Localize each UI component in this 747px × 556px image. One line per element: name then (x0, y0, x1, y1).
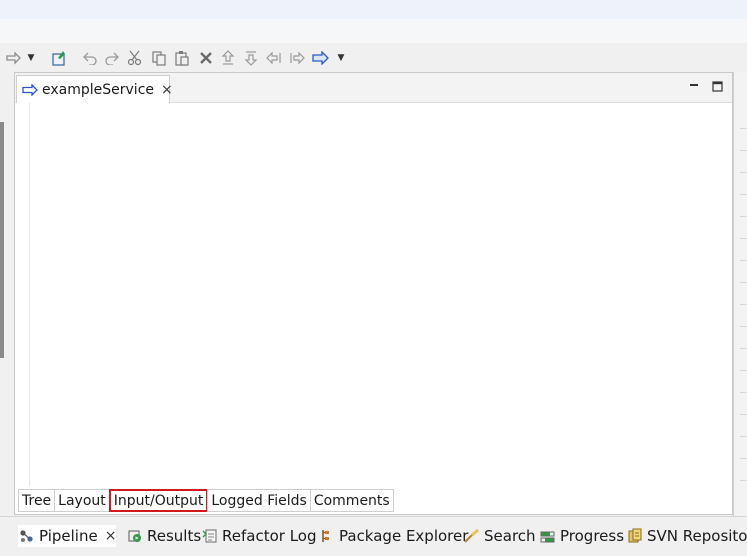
subtab-label: Input/Output (113, 492, 204, 509)
tab-svn-repositories[interactable]: SVN Repositori (626, 525, 747, 547)
copy-icon[interactable] (149, 48, 169, 68)
tab-search[interactable]: Search (463, 525, 536, 547)
tab-label: Results (147, 527, 202, 545)
tab-results[interactable]: Results (126, 525, 201, 547)
delete-icon[interactable] (196, 48, 216, 68)
row-divider (740, 392, 747, 393)
subtab-logged-fields[interactable]: Logged Fields (207, 489, 311, 512)
close-icon[interactable]: × (161, 83, 173, 97)
chevron-down-icon[interactable]: ▼ (26, 48, 36, 68)
row-divider (740, 436, 747, 437)
tab-pipeline[interactable]: Pipeline × (18, 525, 117, 547)
subtab-label: Tree (22, 492, 52, 509)
right-side-strip (733, 72, 747, 516)
row-divider (740, 326, 747, 327)
tab-label: Refactor Log (222, 527, 317, 545)
tab-label: Search (484, 527, 536, 545)
editor-gutter (15, 103, 30, 486)
move-right-icon[interactable] (287, 48, 307, 68)
refactor-log-icon (201, 528, 219, 544)
window-top-band (0, 0, 747, 19)
cut-icon[interactable] (125, 48, 145, 68)
move-down-icon[interactable] (241, 48, 261, 68)
results-icon (126, 528, 144, 544)
chevron-down-icon[interactable]: ▼ (336, 48, 346, 68)
row-divider (740, 194, 747, 195)
row-divider (740, 150, 747, 151)
flow-service-icon (22, 83, 39, 97)
row-divider (740, 458, 747, 459)
close-icon[interactable]: × (105, 528, 117, 544)
row-divider (740, 128, 747, 129)
package-explorer-icon (318, 528, 336, 544)
row-divider (740, 282, 747, 283)
row-divider (740, 304, 747, 305)
undo-icon[interactable] (80, 48, 100, 68)
forward-arrow-icon[interactable] (4, 48, 24, 68)
bottom-view-tabs: Pipeline × Results Refactor Log Package … (0, 516, 747, 556)
editor-tab-label: exampleService (42, 81, 154, 98)
subtab-label: Comments (313, 492, 390, 509)
tab-refactor-log[interactable]: Refactor Log (201, 525, 316, 547)
maximize-icon[interactable] (710, 79, 724, 93)
subtab-comments[interactable]: Comments (309, 489, 394, 512)
main-toolbar: ▼ ▼ (0, 44, 747, 72)
row-divider (740, 216, 747, 217)
row-divider (740, 260, 747, 261)
tab-label: Package Explorer (339, 527, 469, 545)
paste-icon[interactable] (172, 48, 192, 68)
tab-label: SVN Repositori (647, 527, 747, 545)
left-scroll-indicator[interactable] (0, 122, 4, 358)
tab-package-explorer[interactable]: Package Explorer (318, 525, 468, 547)
tab-label: Progress (560, 527, 625, 545)
search-icon (463, 528, 481, 544)
tab-label: Pipeline (39, 527, 98, 545)
subtab-layout[interactable]: Layout (54, 489, 110, 512)
svn-repositories-icon (626, 528, 644, 544)
move-left-icon[interactable] (264, 48, 284, 68)
tab-progress[interactable]: Progress (539, 525, 624, 547)
editor-tab-bar: exampleService × (15, 73, 732, 103)
row-divider (740, 480, 747, 481)
row-divider (740, 348, 747, 349)
row-divider (740, 238, 747, 239)
subtab-label: Layout (58, 492, 106, 509)
row-divider (740, 172, 747, 173)
subtab-label: Logged Fields (211, 492, 307, 509)
row-divider (740, 370, 747, 371)
row-divider (740, 414, 747, 415)
step-forward-icon[interactable] (311, 48, 331, 68)
redo-icon[interactable] (102, 48, 122, 68)
progress-icon (539, 528, 557, 544)
subtab-tree[interactable]: Tree (18, 489, 56, 512)
new-step-icon[interactable] (51, 48, 71, 68)
editor-subtabs: Tree Layout Input/Output Logged Fields C… (18, 489, 394, 513)
minimize-icon[interactable] (687, 79, 701, 93)
window-top-gap (0, 19, 747, 43)
subtab-input-output[interactable]: Input/Output (108, 489, 209, 512)
move-up-icon[interactable] (218, 48, 238, 68)
editor-pane: exampleService × Tree Layout Input/Outpu… (14, 72, 733, 515)
pipeline-icon (18, 528, 36, 544)
editor-tab-exampleservice[interactable]: exampleService × (16, 75, 173, 103)
